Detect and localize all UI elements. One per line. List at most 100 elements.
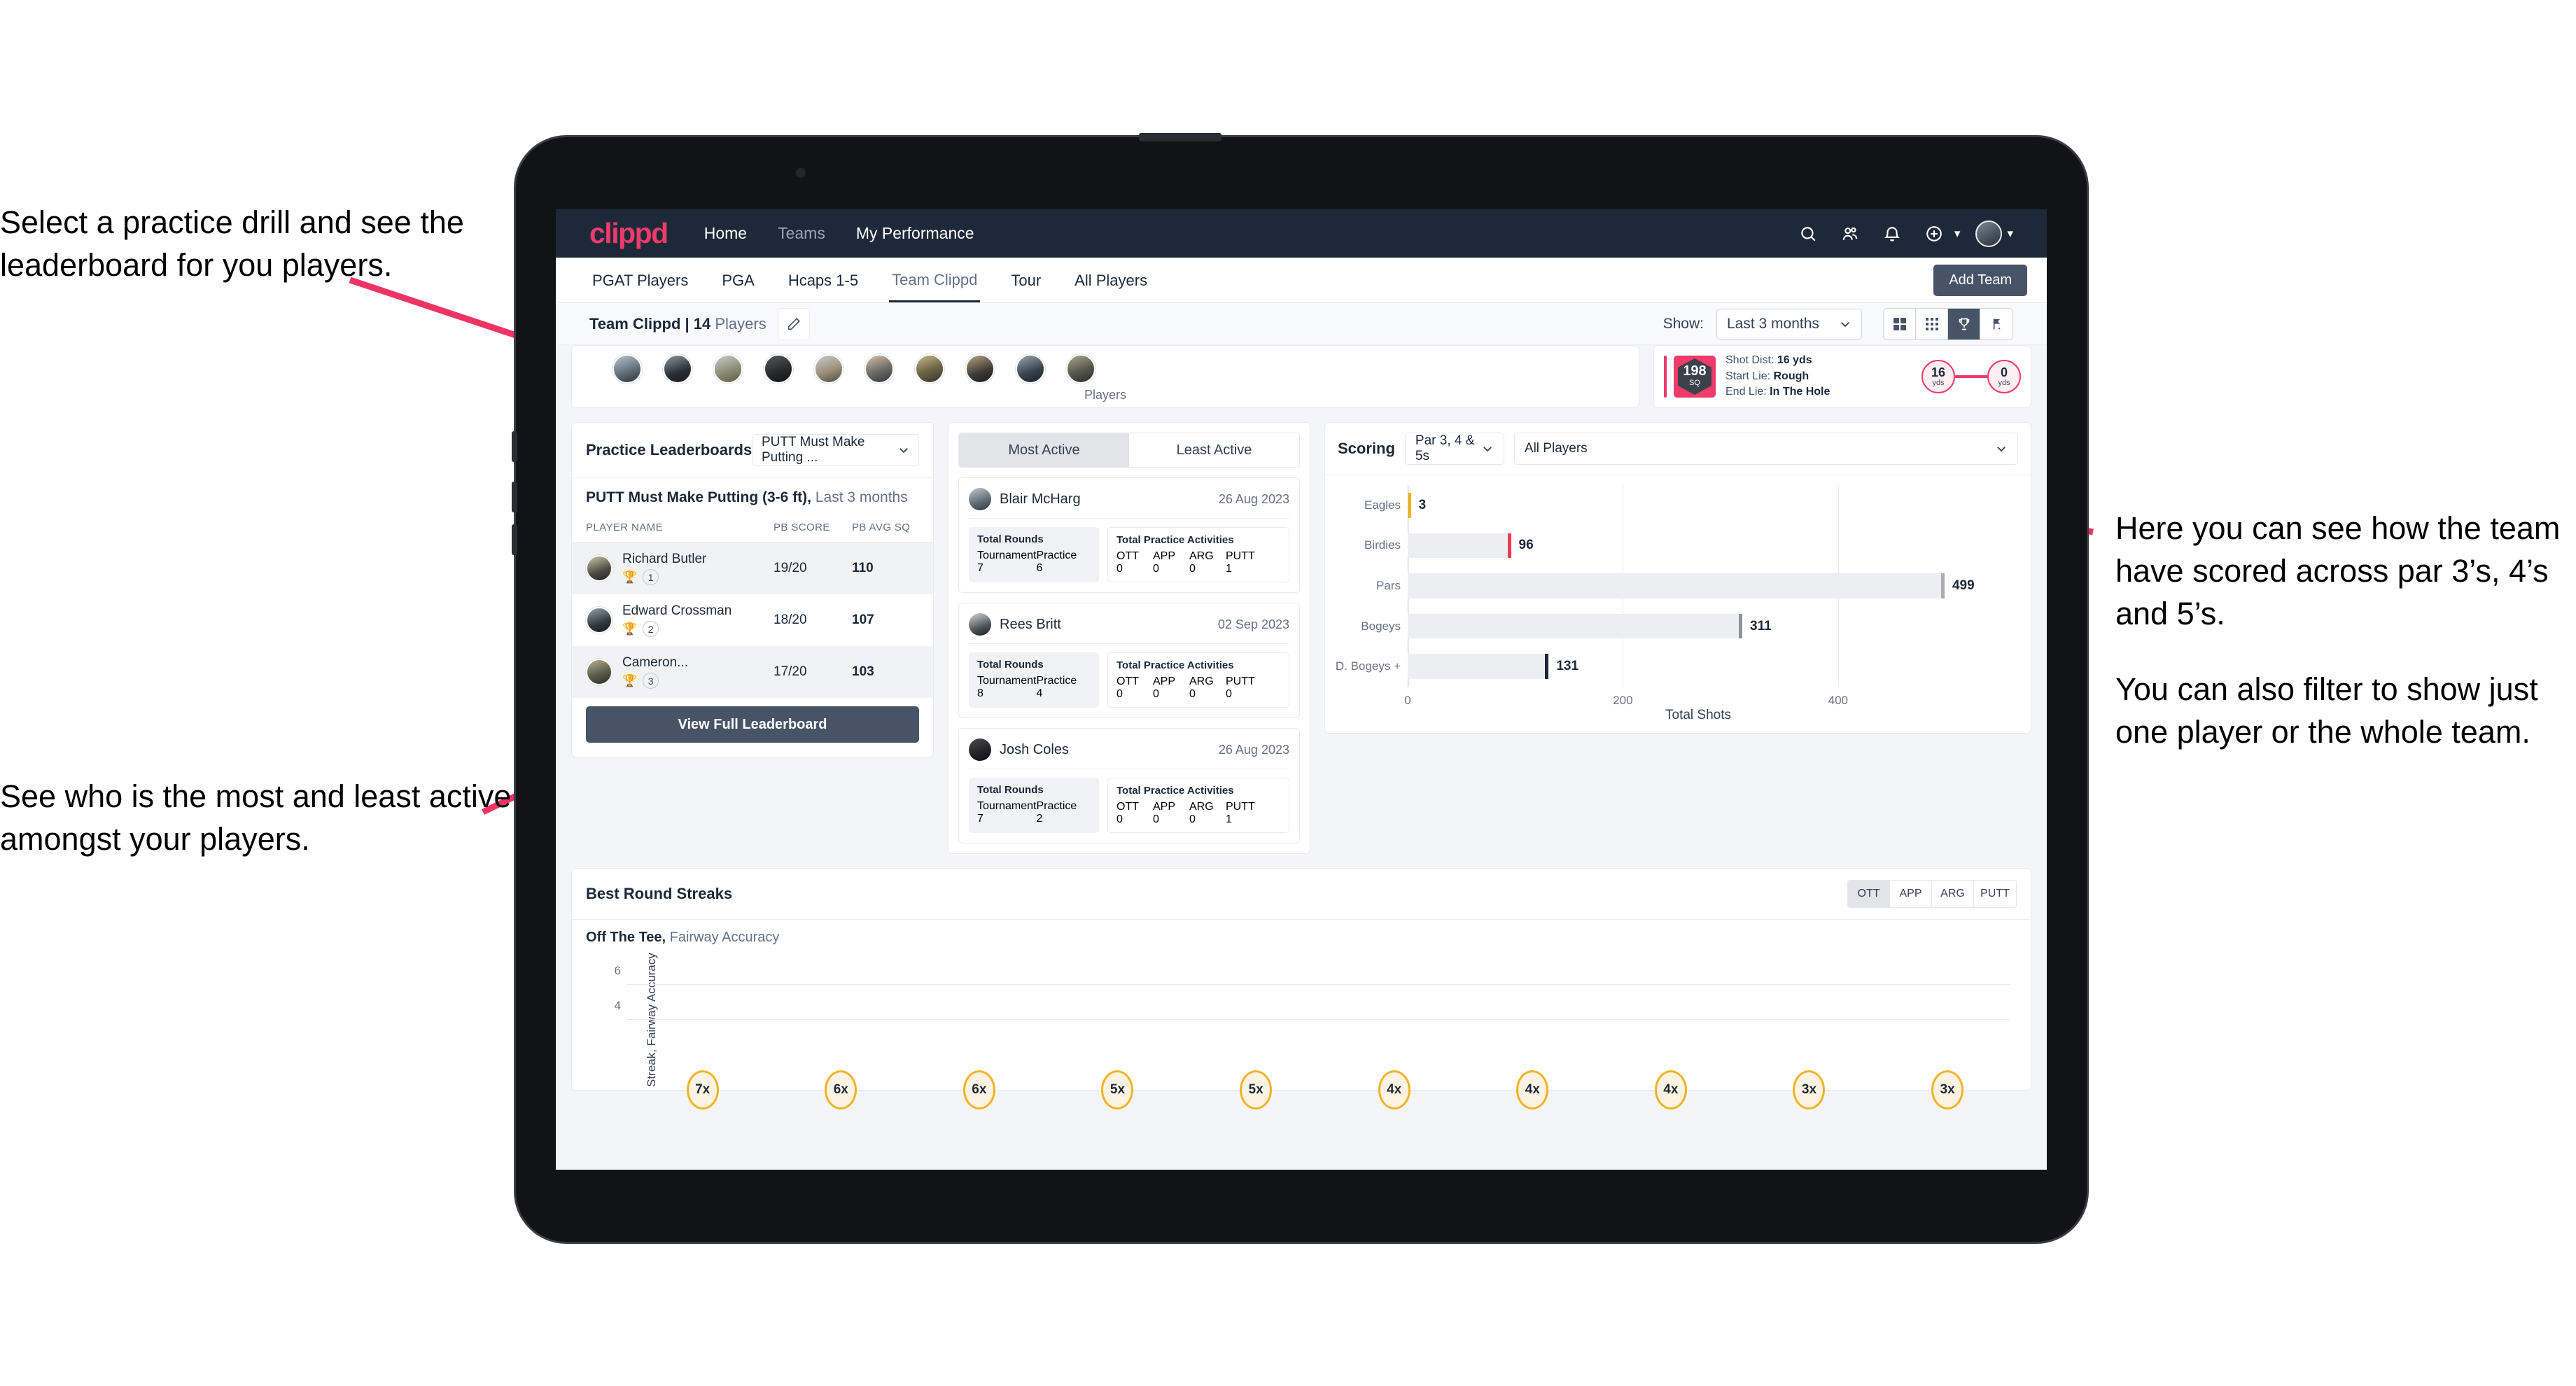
- act-putt-value: 0: [1226, 688, 1232, 700]
- shot-dist-line: Shot Dist: 16 yds: [1726, 353, 1830, 369]
- end-lie-value: In The Hole: [1770, 386, 1830, 398]
- search-icon[interactable]: [1793, 218, 1823, 249]
- avatar[interactable]: [915, 354, 944, 384]
- nav-link-teams[interactable]: Teams: [778, 224, 825, 243]
- list-item[interactable]: Rees Britt 02 Sep 2023 Total Rounds Tour…: [958, 603, 1300, 718]
- chart-lollipop-label: 3x: [1931, 1070, 1964, 1110]
- tab-all-players[interactable]: All Players: [1072, 259, 1150, 301]
- team-tabs: PGAT Players PGA Hcaps 1-5 Team Clippd T…: [556, 258, 2047, 303]
- total-rounds-values: Tournament 7 Practice 2: [977, 800, 1091, 825]
- table-row[interactable]: Richard Butler 🏆 1 19/20 110: [572, 542, 933, 594]
- par-filter-value: Par 3, 4 & 5s: [1415, 433, 1475, 463]
- practice-drill-select[interactable]: PUTT Must Make Putting ...: [752, 434, 919, 466]
- avatar[interactable]: [864, 354, 894, 384]
- view-full-leaderboard-button[interactable]: View Full Leaderboard: [586, 706, 919, 743]
- act-ott: OTT 0: [1116, 801, 1153, 826]
- nav-link-home[interactable]: Home: [704, 224, 747, 243]
- tab-least-active[interactable]: Least Active: [1129, 433, 1299, 467]
- total-practice-activities-box: Total Practice Activities OTT 0 APP 0 ARG 0…: [1107, 778, 1289, 833]
- table-row[interactable]: Cameron... 🏆 3 17/20 103: [572, 646, 933, 698]
- dashboard-body[interactable]: Players 198 SQ Shot Dist: 16 yds Start L…: [556, 345, 2047, 1170]
- avatar[interactable]: [965, 354, 995, 384]
- act-putt: PUTT 1: [1226, 801, 1262, 826]
- rounds-tournament-value: 7: [977, 562, 983, 574]
- grid-small-view-button[interactable]: [1916, 308, 1948, 340]
- nav-link-my-performance[interactable]: My Performance: [856, 224, 974, 243]
- avatar[interactable]: [764, 354, 793, 384]
- list-item[interactable]: Blair McHarg 26 Aug 2023 Total Rounds To…: [958, 477, 1300, 593]
- annotation-left-top: Select a practice drill and see the lead…: [0, 204, 464, 283]
- show-period-select[interactable]: Last 3 months: [1716, 308, 1862, 340]
- chart-lollipop-label: 4x: [1654, 1070, 1687, 1110]
- tab-most-active[interactable]: Most Active: [959, 433, 1129, 467]
- leaderboard-drill-name: PUTT Must Make Putting (3-6 ft),: [586, 489, 811, 505]
- tablet-device-frame: clippd Home Teams My Performance ▾ ▾ PGA…: [512, 133, 2087, 1242]
- grid-large-view-button[interactable]: [1884, 308, 1916, 340]
- avatar[interactable]: [663, 354, 692, 384]
- player-name: Cameron...: [622, 655, 688, 670]
- table-row[interactable]: Edward Crossman 🏆 2 18/20 107: [572, 594, 933, 646]
- act-ott-value: 0: [1116, 563, 1123, 575]
- chevron-down-icon: [1483, 447, 1492, 452]
- profile-chevron-down-icon[interactable]: ▾: [2007, 227, 2013, 241]
- activity-item-header: Blair McHarg 26 Aug 2023: [969, 488, 1289, 519]
- flag-view-button[interactable]: [1980, 309, 2012, 340]
- tab-ott[interactable]: OTT: [1848, 881, 1890, 907]
- tab-pgat-players[interactable]: PGAT Players: [589, 259, 691, 301]
- bell-icon[interactable]: [1877, 218, 1907, 249]
- activity-tabs: Most Active Least Active: [958, 433, 1300, 468]
- rounds-tournament-value: 7: [977, 813, 983, 825]
- list-item[interactable]: Josh Coles 26 Aug 2023 Total Rounds Tour…: [958, 728, 1300, 844]
- tab-app[interactable]: APP: [1890, 881, 1932, 907]
- player-filter-select[interactable]: All Players: [1513, 433, 2018, 465]
- streaks-plot-area: 4 6 7x 6x 6x 5x 5x 4x 4x 4x 3x 3x: [615, 950, 2010, 1110]
- shot-detail-lines: Shot Dist: 16 yds Start Lie: Rough End L…: [1726, 353, 1830, 400]
- tab-arg[interactable]: ARG: [1932, 881, 1974, 907]
- tab-putt[interactable]: PUTT: [1974, 881, 2016, 907]
- power-button[interactable]: [1139, 133, 1222, 141]
- column-pb-score: PB SCORE: [774, 522, 830, 533]
- chart-bar-cap: [1407, 492, 1411, 518]
- rounds-practice-value: 6: [1036, 562, 1043, 574]
- volume-down-button[interactable]: [512, 482, 517, 512]
- avatar[interactable]: [1975, 220, 2003, 247]
- act-arg-value: 0: [1189, 563, 1196, 575]
- activity-item-header: Josh Coles 26 Aug 2023: [969, 738, 1289, 769]
- avatar[interactable]: [1066, 354, 1096, 384]
- avatar[interactable]: [1016, 354, 1045, 384]
- end-lie-label: End Lie:: [1726, 386, 1767, 398]
- volume-up-button[interactable]: [512, 431, 517, 462]
- act-app: APP 0: [1153, 676, 1189, 701]
- people-icon[interactable]: [1835, 218, 1865, 249]
- scoring-header: Scoring Par 3, 4 & 5s All Players: [1325, 423, 2031, 475]
- chart-plot-area: 0 200 400 Eagles 3 Birdies 96 Pars 499 Bogeys 311 D…: [1336, 485, 1989, 707]
- tab-team-clippd[interactable]: Team Clippd: [889, 258, 981, 302]
- tab-pga[interactable]: PGA: [719, 259, 757, 301]
- start-lie-value: Rough: [1773, 370, 1809, 382]
- avatar[interactable]: [612, 354, 642, 384]
- chart-bar-value: 3: [1418, 497, 1427, 512]
- avatar[interactable]: [713, 354, 743, 384]
- plus-circle-icon[interactable]: [1919, 218, 1949, 249]
- avatar[interactable]: [814, 354, 844, 384]
- act-ott-label: OTT: [1116, 801, 1139, 813]
- side-button[interactable]: [512, 524, 517, 555]
- pencil-icon[interactable]: [777, 307, 810, 340]
- clippd-logo[interactable]: clippd: [589, 217, 668, 250]
- par-filter-select[interactable]: Par 3, 4 & 5s: [1404, 433, 1504, 465]
- leaderboard-column-headers: PLAYER NAME PB SCORE PB AVG SQ: [572, 514, 933, 542]
- rounds-tournament-label: Tournament: [977, 550, 1037, 561]
- chart-bar-cap: [1940, 573, 1945, 598]
- column-pb-avg-sq: PB AVG SQ: [852, 522, 911, 533]
- tab-hcaps-1-5[interactable]: Hcaps 1-5: [785, 259, 861, 301]
- act-app: APP 0: [1153, 550, 1189, 575]
- chart-bar: 311: [1408, 613, 1772, 639]
- plus-menu-chevron-down-icon[interactable]: ▾: [1954, 227, 1961, 241]
- activity-stats: Total Rounds Tournament 8 Practice 4 Total…: [969, 652, 1289, 708]
- chart-bar-cap: [1545, 654, 1549, 680]
- trophy-view-button[interactable]: [1948, 308, 1980, 340]
- tab-tour[interactable]: Tour: [1008, 259, 1044, 301]
- add-team-button[interactable]: Add Team: [1933, 265, 2027, 296]
- practice-leaderboard-card: Practice Leaderboards PUTT Must Make Put…: [571, 422, 934, 757]
- scoring-bar-chart: 0 200 400 Eagles 3 Birdies 96 Pars 499 Bogeys 311 D…: [1325, 475, 2031, 733]
